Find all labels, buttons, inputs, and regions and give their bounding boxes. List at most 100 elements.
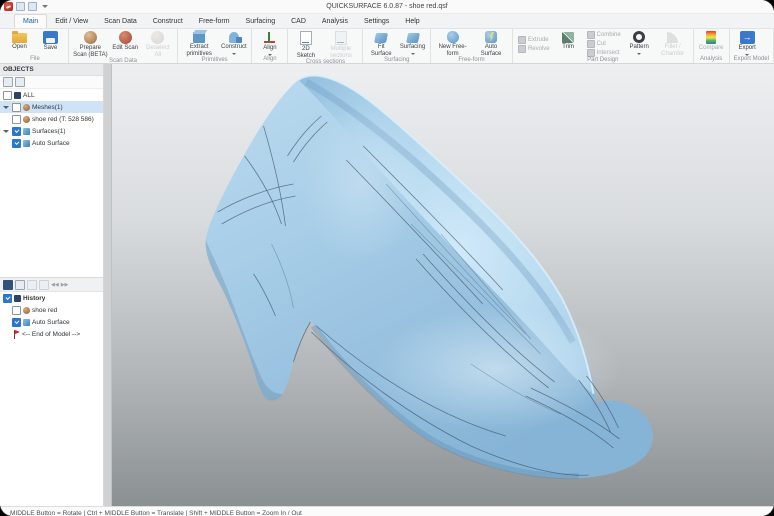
group-align: Align Align [252,29,288,63]
prepare-scan-icon [84,31,97,44]
compare-icon [706,31,716,44]
history-end-marker[interactable]: <-- End of Model --> [0,328,103,340]
group-cross-sections: 2D Sketch Multiple sections Cross sectio… [288,29,363,63]
sidebar-divider[interactable] [104,64,112,506]
all-checkbox[interactable] [3,91,12,100]
meshes-expand-caret-icon[interactable] [3,106,9,109]
construct-button[interactable]: Construct [218,29,249,57]
ribbon-tab-bar: Main Edit / View Scan Data Construct Fre… [0,14,774,29]
tab-analysis[interactable]: Analysis [314,15,356,28]
meshes-checkbox[interactable] [12,103,21,112]
revolve-button[interactable]: Revolve [518,45,550,53]
prepare-scan-button[interactable]: Prepare Scan (BETA) [71,29,110,58]
quick-save-icon[interactable] [16,2,25,11]
history-auto-surface-checkbox[interactable] [12,318,21,327]
group-file: Open Save File [2,29,69,63]
history-checkbox[interactable] [3,294,12,303]
trim-icon [562,32,574,43]
extrude-button[interactable]: Extrude [518,36,550,44]
auto-surface-button[interactable]: Auto Surface [472,29,510,57]
skip-to-end-icon[interactable]: ▶▶ [61,281,69,289]
open-folder-icon [12,33,27,43]
deselect-all-button[interactable]: Deselect All [141,29,175,58]
tab-main[interactable]: Main [14,14,47,28]
status-hint-text: MIDDLE Button = Rotate | Ctrl + MIDDLE B… [10,510,302,516]
construct-caret-icon [232,53,236,55]
history-tree-icon[interactable] [15,280,25,290]
quick-access-caret-icon[interactable] [42,5,48,8]
history-header-row[interactable]: History [0,292,103,304]
3d-viewport[interactable] [112,64,774,506]
intersect-button[interactable]: Intersect [587,49,621,57]
tab-scan-data[interactable]: Scan Data [96,15,145,28]
save-button[interactable]: Save [35,29,66,56]
mesh-icon [23,104,30,111]
fit-surface-button[interactable]: Fit Surface [365,29,397,57]
skip-to-start-icon[interactable]: ◀◀ [51,281,59,289]
history-view-icon[interactable] [3,280,13,290]
tab-free-form[interactable]: Free-form [191,15,238,28]
multiple-sections-button[interactable]: Multiple sections [321,29,360,59]
cut-button[interactable]: Cut [587,40,621,48]
extract-primitives-icon [193,32,205,43]
open-button[interactable]: Open [4,29,35,56]
new-free-form-icon [447,31,459,43]
revolve-icon [518,45,526,53]
tab-surfacing[interactable]: Surfacing [238,15,284,28]
tree-item-meshes[interactable]: Meshes(1) [0,101,103,113]
tab-settings[interactable]: Settings [356,15,397,28]
tree-item-surfaces[interactable]: Surfaces(1) [0,125,103,137]
edit-scan-icon [119,31,132,44]
group-label-part-design: Part Design [515,57,691,64]
history-shoe-red-checkbox[interactable] [12,306,21,315]
edit-scan-button[interactable]: Edit Scan [110,29,141,58]
align-button[interactable]: Align [254,29,285,56]
align-axes-icon [262,31,277,44]
history-group-icon [14,295,21,302]
pattern-button[interactable]: Pattern [624,29,655,57]
history-forward-icon[interactable] [39,280,49,290]
tree-item-auto-surface[interactable]: Auto Surface [0,137,103,149]
shoe-3d-model[interactable] [112,64,774,506]
tab-construct[interactable]: Construct [145,15,191,28]
tab-cad[interactable]: CAD [283,15,314,28]
tab-help[interactable]: Help [397,15,427,28]
history-back-icon[interactable] [27,280,37,290]
left-sidebar: OBJECTS ALL Meshes(1) [0,64,104,506]
history-item-shoe-red[interactable]: shoe red [0,304,103,316]
shoe-red-checkbox[interactable] [12,115,21,124]
extrude-icon [518,36,526,44]
extract-primitives-button[interactable]: Extract primitives [180,29,218,57]
trim-button[interactable]: Trim [553,29,584,57]
2d-sketch-icon [300,31,312,45]
all-group-icon [14,92,21,99]
auto-surface-icon [485,31,497,43]
surfacing-button[interactable]: Surfacing [397,29,428,57]
tree-item-all[interactable]: ALL [0,89,103,101]
new-free-form-button[interactable]: New Free-form [433,29,472,57]
group-label-analysis: Analysis [696,56,727,63]
objects-tree: ALL Meshes(1) shoe red (T: 528 586) [0,89,103,149]
extrude-revolve-stack: Extrude Revolve [515,29,553,57]
2d-sketch-button[interactable]: 2D Sketch [290,29,321,59]
history-item-auto-surface[interactable]: Auto Surface [0,316,103,328]
compare-button[interactable]: Compare [696,29,727,56]
surfaces-expand-caret-icon[interactable] [3,130,9,133]
end-of-model-flag-icon [12,330,20,339]
quick-undo-icon[interactable] [28,2,37,11]
group-label-file: File [4,56,66,63]
surfaces-checkbox[interactable] [12,127,21,136]
fillet-chamfer-icon [667,32,678,43]
fillet-chamfer-button[interactable]: Fillet / Chamfer [655,29,691,57]
group-label-export-model: Export Model [732,56,771,63]
combine-button[interactable]: Combine [587,31,621,39]
export-button[interactable]: Export [732,29,763,56]
tree-item-shoe-red[interactable]: shoe red (T: 528 586) [0,113,103,125]
group-export-model: Export Export Model [730,29,774,63]
history-panel-empty-area [0,340,103,506]
auto-surface-checkbox[interactable] [12,139,21,148]
select-all-icon[interactable] [3,77,13,87]
tab-edit-view[interactable]: Edit / View [47,15,96,28]
invert-selection-icon[interactable] [15,77,25,87]
group-surfacing: Fit Surface Surfacing Surfacing [363,29,431,63]
